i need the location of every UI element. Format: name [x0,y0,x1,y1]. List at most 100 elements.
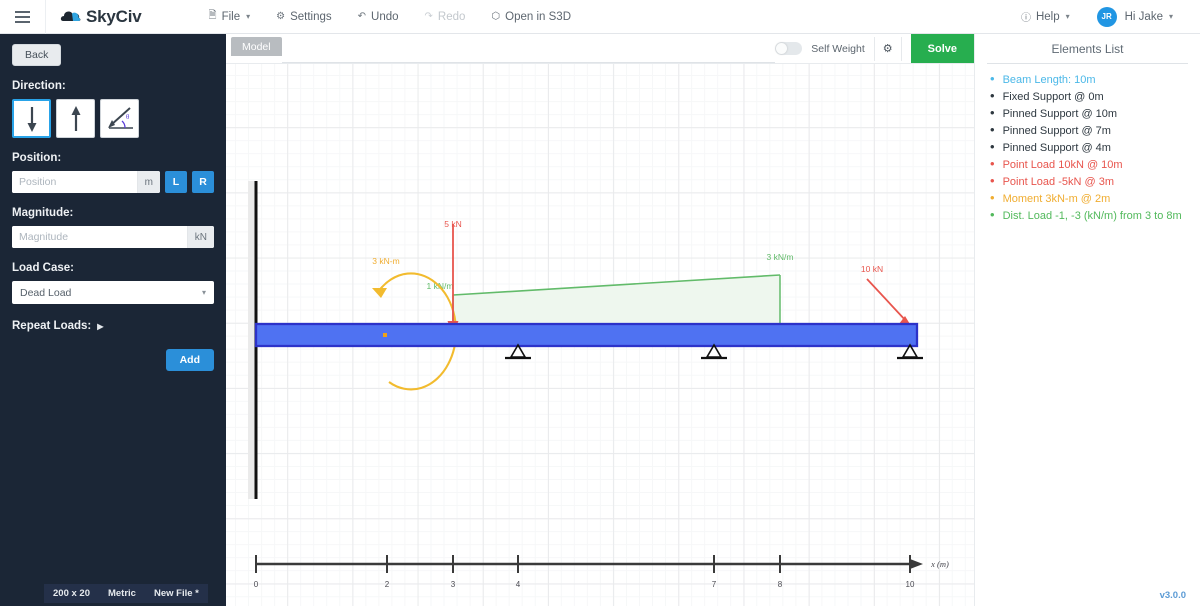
list-item[interactable]: • Moment 3kN-m @ 2m [987,191,1188,208]
menu-label-settings: Settings [290,10,332,23]
element-label: Pinned Support @ 7m [1002,125,1111,137]
position-left-button[interactable]: L [165,171,187,193]
solve-button[interactable]: Solve [910,34,974,63]
main-menu: 🗎 File ▾ ⚙ Settings ↶ Undo ↷ Redo ⬡ Open… [196,0,585,34]
section-size-chip[interactable]: 200 x 20 [44,583,99,603]
magnitude-input[interactable] [12,226,187,248]
elements-list-title: Elements List [987,42,1188,64]
element-label: Pinned Support @ 4m [1002,142,1111,154]
x-tick-2: 2 [385,580,390,589]
direction-down-button[interactable] [12,99,51,138]
direction-up-button[interactable] [56,99,95,138]
user-label: Hi Jake [1124,10,1163,23]
chevron-down-icon: ▾ [201,288,206,297]
magnitude-label: Magnitude: [12,207,74,219]
brand-name: SkyCiv [86,6,142,26]
self-weight-toggle[interactable] [775,42,803,55]
element-label: Pinned Support @ 10m [1002,108,1118,120]
point-load-10kN-10m[interactable]: 10 kN [861,264,913,329]
version-label: v3.0.0 [1159,590,1186,601]
top-bar-right: ⓘ Help ▾ JR Hi Jake ▾ [1008,0,1200,34]
file-icon: 🗎 [208,10,217,21]
arrow-down-icon [27,106,36,132]
avatar[interactable]: JR [1096,6,1117,27]
list-item[interactable]: • Pinned Support @ 10m [987,106,1188,123]
cube-icon: ⬡ [491,11,501,22]
model-toolbar: Model Self Weight ⚙ Solve [226,34,974,64]
moment-3kNm-2m[interactable]: 3 kN-m [372,256,458,391]
add-button[interactable]: Add [165,349,214,371]
direction-label: Direction: [12,80,66,92]
beam-element[interactable] [254,322,919,348]
help-menu[interactable]: ⓘ Help ▾ [1008,0,1083,34]
list-item[interactable]: • Point Load 10kN @ 10m [987,157,1188,174]
menu-label-open-in-s3d: Open in S3D [505,10,572,23]
menu-item-undo[interactable]: ↶ Undo [345,0,412,34]
bullet-icon: • [990,139,995,154]
point-load-5kn-label: 5 kN [444,219,461,229]
elements-list: • Beam Length: 10m • Fixed Support @ 0m … [987,72,1188,225]
position-input[interactable] [12,171,137,193]
user-menu[interactable]: Hi Jake ▾ [1125,0,1186,34]
repeat-loads-toggle[interactable]: Repeat Loads: ▶ [12,320,214,332]
model-canvas: Model Self Weight ⚙ Solve 1 kN/m 3 kN/m … [226,34,974,606]
brand-logo[interactable]: SkyCiv [46,0,152,34]
chevron-down-icon: ▾ [246,12,251,21]
gear-icon[interactable]: ⚙ [873,36,902,61]
menu-item-settings[interactable]: ⚙ Settings [263,0,345,34]
load-case-label: Load Case: [12,262,74,274]
bullet-icon: • [990,173,995,188]
chevron-right-icon: ▶ [97,321,104,331]
list-item[interactable]: • Point Load -5kN @ 3m [987,174,1188,191]
help-label: Help [1035,10,1060,23]
menu-item-file[interactable]: 🗎 File ▾ [196,0,264,34]
back-button[interactable]: Back [12,44,62,66]
bullet-icon: • [990,105,995,120]
beam-diagram: 1 kN/m 3 kN/m 3 kN-m 5 kN 10 kN 0 2 3 4 … [248,181,949,589]
redo-icon: ↷ [424,11,433,22]
distributed-load-3-to-8m[interactable]: 1 kN/m 3 kN/m [427,252,794,334]
gear-icon: ⚙ [276,11,286,22]
bullet-icon: • [990,156,995,171]
x-tick-7: 7 [712,580,717,589]
toolbar-actions: Self Weight ⚙ Solve [775,34,974,63]
list-item[interactable]: • Fixed Support @ 0m [987,89,1188,106]
position-right-button[interactable]: R [192,171,214,193]
svg-text:θ: θ [126,113,130,121]
menu-label-file: File [221,10,241,23]
menu-item-open-in-s3d[interactable]: ⬡ Open in S3D [478,0,584,34]
x-tick-10: 10 [906,580,915,589]
x-tick-4: 4 [516,580,521,589]
units-chip[interactable]: Metric [98,583,145,603]
toolbar-spacer [281,34,776,63]
x-tick-8: 8 [778,580,783,589]
arrow-up-icon [71,105,80,131]
bullet-icon: • [990,207,995,222]
load-case-select[interactable]: Dead Load ▾ [12,281,214,304]
elements-list-panel: Elements List • Beam Length: 10m • Fixed… [974,34,1200,606]
list-item[interactable]: • Dist. Load -1, -3 (kN/m) from 3 to 8m [987,208,1188,225]
hamburger-menu-icon[interactable] [0,0,46,34]
position-unit-label: m [136,171,160,193]
top-bar: SkyCiv 🗎 File ▾ ⚙ Settings ↶ Undo ↷ Redo… [0,0,1200,34]
list-item[interactable]: • Pinned Support @ 7m [987,123,1188,140]
diagram-grid[interactable]: 1 kN/m 3 kN/m 3 kN-m 5 kN 10 kN 0 2 3 4 … [226,64,974,606]
magnitude-input-wrap: kN [12,226,214,248]
bullet-icon: • [990,88,995,103]
element-label: Point Load 10kN @ 10m [1002,159,1123,171]
filename-chip[interactable]: New File * [144,583,208,603]
moment-label: 3 kN-m [372,256,399,266]
list-item[interactable]: • Beam Length: 10m [987,72,1188,89]
position-input-wrap: m [12,171,160,193]
x-axis-ruler: 0 2 3 4 7 8 10 x (m) [254,555,949,589]
undo-icon: ↶ [357,11,367,22]
arrow-angle-theta-icon: θ [107,106,133,129]
chevron-down-icon: ▾ [1065,12,1070,21]
direction-button-group: θ [12,99,214,138]
direction-angle-button[interactable]: θ [100,99,139,138]
tab-model[interactable]: Model [231,37,282,56]
load-case-value: Dead Load [20,286,72,299]
list-item[interactable]: • Pinned Support @ 4m [987,140,1188,157]
magnitude-unit-label: kN [186,226,214,248]
skyciv-cloud-icon [60,9,82,24]
